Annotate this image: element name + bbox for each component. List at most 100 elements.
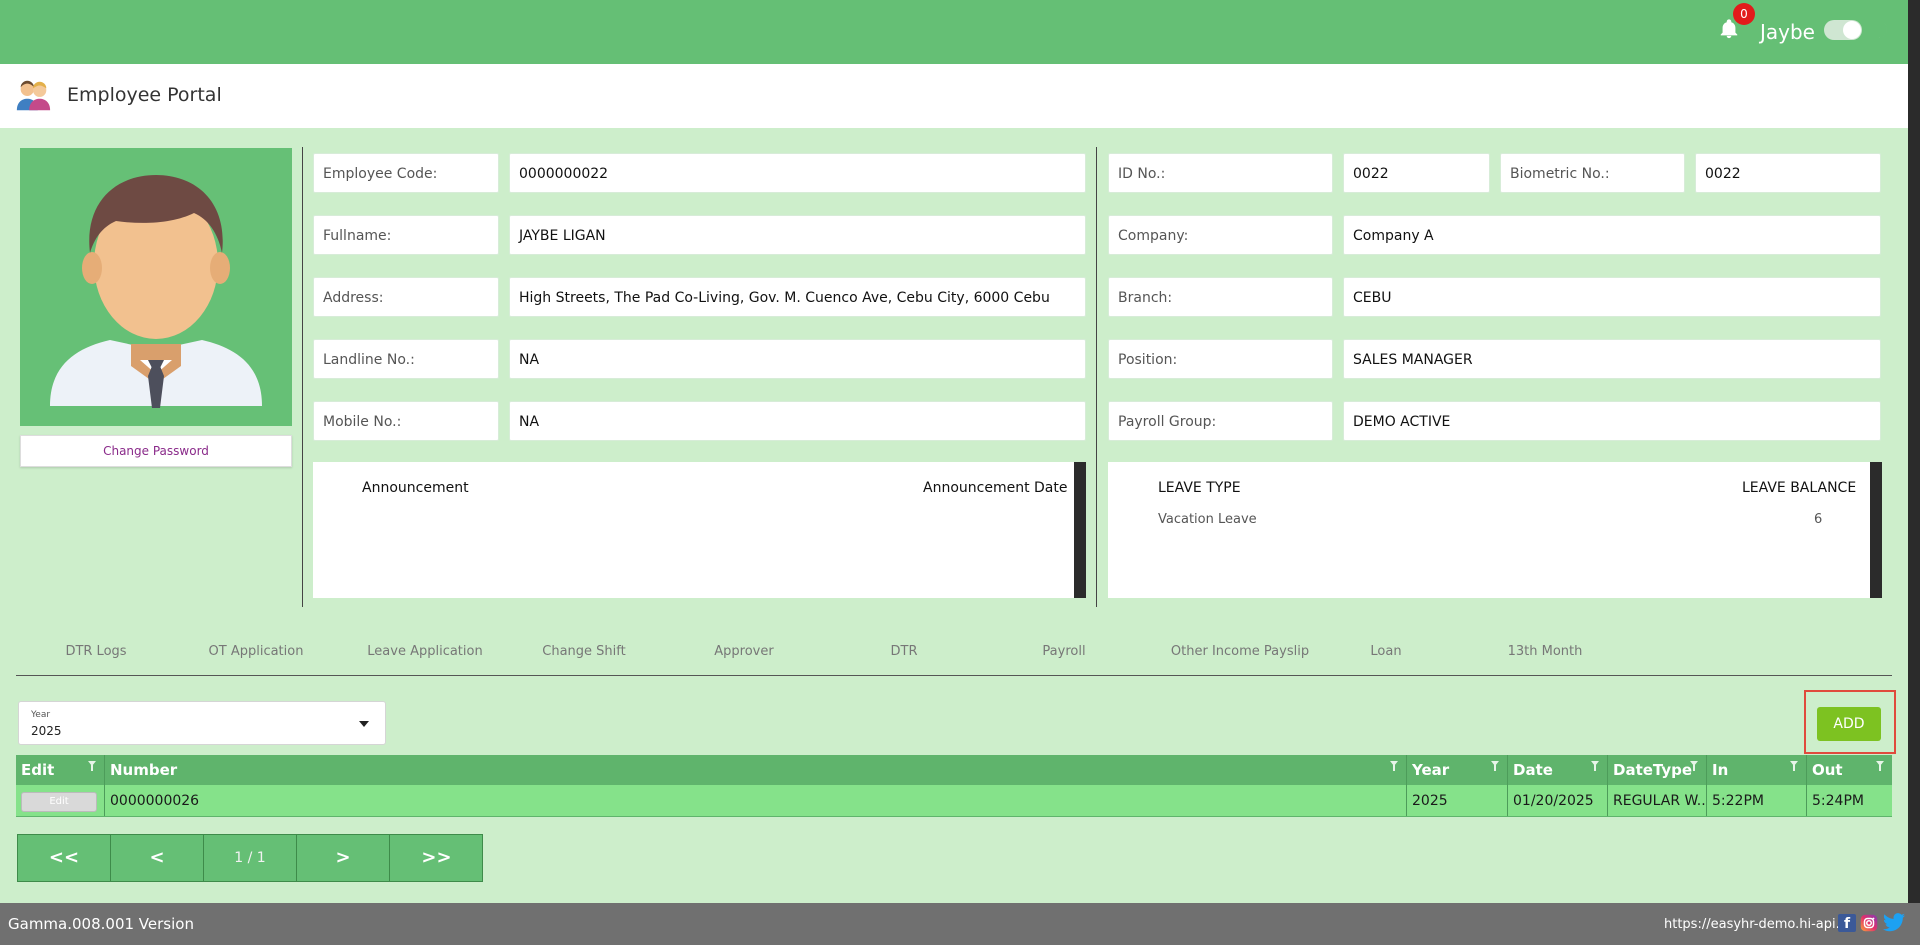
edit-row-button[interactable]: Edit (21, 792, 97, 812)
filter-icon[interactable] (88, 761, 96, 771)
prev-page-button[interactable]: < (111, 835, 204, 881)
col-header-datetype[interactable]: DateType (1608, 755, 1707, 785)
page-scrollbar[interactable] (1908, 0, 1920, 903)
announcement-panel: Announcement Announcement Date (313, 462, 1086, 598)
notification-badge: 0 (1733, 3, 1755, 25)
employees-logo-icon (16, 80, 51, 111)
user-name[interactable]: Jaybe (1760, 20, 1815, 44)
toggle-knob (1843, 21, 1861, 39)
year-select[interactable]: Year 2025 (18, 701, 386, 745)
biometric-field[interactable]: 0022 (1695, 153, 1881, 193)
col-header-out[interactable]: Out (1807, 755, 1892, 785)
address-field[interactable]: High Streets, The Pad Co-Living, Gov. M.… (509, 277, 1086, 317)
mobile-label: Mobile No.: (313, 401, 499, 441)
landline-field[interactable]: NA (509, 339, 1086, 379)
payroll-group-label: Payroll Group: (1108, 401, 1333, 441)
site-url-link[interactable]: https://easyhr-demo.hi-api.io (1664, 917, 1851, 932)
module-tabs: DTR Logs OT Application Leave Applicatio… (16, 634, 1892, 676)
mobile-field[interactable]: NA (509, 401, 1086, 441)
fullname-label: Fullname: (313, 215, 499, 255)
last-page-button[interactable]: >> (390, 835, 483, 881)
avatar-icon (50, 175, 262, 408)
company-field[interactable]: Company A (1343, 215, 1881, 255)
col-header-number[interactable]: Number (105, 755, 1407, 785)
branch-field[interactable]: CEBU (1343, 277, 1881, 317)
version-label: Gamma.008.001 Version (8, 915, 194, 933)
col-header-year[interactable]: Year (1407, 755, 1508, 785)
announcement-date-header: Announcement Date (923, 480, 1068, 496)
leave-balance-header: LEAVE BALANCE (1742, 480, 1857, 496)
tab-other-income-payslip[interactable]: Other Income Payslip (1150, 644, 1330, 659)
tab-approver[interactable]: Approver (674, 644, 814, 659)
id-no-label: ID No.: (1108, 153, 1333, 193)
col-header-date[interactable]: Date (1508, 755, 1608, 785)
instagram-icon[interactable] (1860, 914, 1878, 932)
col-header-label: Year (1412, 761, 1450, 779)
grid-header: Edit Number Year Date DateType In Out (16, 755, 1892, 785)
center-divider (1096, 147, 1097, 607)
cell-year: 2025 (1407, 785, 1508, 816)
tab-13th-month[interactable]: 13th Month (1475, 644, 1615, 659)
tab-dtr[interactable]: DTR (834, 644, 974, 659)
moon-icon (1878, 20, 1888, 38)
filter-icon[interactable] (1690, 761, 1698, 771)
leave-type-header: LEAVE TYPE (1158, 480, 1241, 496)
filter-icon[interactable] (1591, 761, 1599, 771)
twitter-icon[interactable] (1882, 913, 1906, 933)
table-row[interactable]: Edit 0000000026 2025 01/20/2025 REGULAR … (16, 785, 1892, 817)
leave-panel: LEAVE TYPE LEAVE BALANCE Vacation Leave … (1108, 462, 1882, 598)
change-password-button[interactable]: Change Password (20, 435, 292, 467)
cell-out: 5:24PM (1812, 793, 1864, 809)
theme-toggle[interactable] (1824, 20, 1862, 40)
page-info: 1 / 1 (204, 835, 297, 881)
left-divider (302, 147, 303, 607)
address-label: Address: (313, 277, 499, 317)
landline-label: Landline No.: (313, 339, 499, 379)
announcement-header: Announcement (362, 480, 469, 496)
title-bar: Employee Portal (0, 64, 1908, 128)
tab-loan[interactable]: Loan (1316, 644, 1456, 659)
position-field[interactable]: SALES MANAGER (1343, 339, 1881, 379)
id-no-field[interactable]: 0022 (1343, 153, 1490, 193)
add-button[interactable]: ADD (1817, 707, 1881, 741)
filter-icon[interactable] (1491, 761, 1499, 771)
leave-scrollbar[interactable] (1870, 462, 1882, 598)
top-bar: 0 Jaybe (0, 0, 1908, 64)
tab-dtr-logs[interactable]: DTR Logs (26, 644, 166, 659)
announcement-scrollbar[interactable] (1074, 462, 1086, 598)
next-page-button[interactable]: > (297, 835, 390, 881)
year-select-value: 2025 (31, 724, 62, 738)
fullname-field[interactable]: JAYBE LIGAN (509, 215, 1086, 255)
payroll-group-field[interactable]: DEMO ACTIVE (1343, 401, 1881, 441)
col-header-in[interactable]: In (1707, 755, 1807, 785)
col-header-label: DateType (1613, 761, 1693, 779)
filter-icon[interactable] (1876, 761, 1884, 771)
facebook-icon[interactable]: f (1838, 914, 1856, 932)
filter-icon[interactable] (1790, 761, 1798, 771)
tab-payroll[interactable]: Payroll (994, 644, 1134, 659)
col-header-label: Out (1812, 761, 1843, 779)
tab-leave-application[interactable]: Leave Application (345, 644, 505, 659)
app-title: Employee Portal (67, 84, 222, 106)
data-grid: Edit Number Year Date DateType In Out Ed… (16, 755, 1892, 817)
pagination: << < 1 / 1 > >> (17, 834, 483, 882)
col-header-label: Number (110, 761, 178, 779)
col-header-label: Edit (21, 761, 55, 779)
leave-type-cell: Vacation Leave (1158, 512, 1257, 527)
biometric-label: Biometric No.: (1500, 153, 1685, 193)
tab-change-shift[interactable]: Change Shift (514, 644, 654, 659)
first-page-button[interactable]: << (18, 835, 111, 881)
year-select-label: Year (31, 710, 51, 720)
branch-label: Branch: (1108, 277, 1333, 317)
col-header-label: Date (1513, 761, 1553, 779)
cell-number: 0000000026 (105, 785, 1407, 816)
filter-icon[interactable] (1390, 761, 1398, 771)
employee-code-field[interactable]: 0000000022 (509, 153, 1086, 193)
caret-down-icon (359, 721, 369, 727)
cell-date: 01/20/2025 (1508, 785, 1608, 816)
tab-ot-application[interactable]: OT Application (186, 644, 326, 659)
col-header-label: In (1712, 761, 1729, 779)
footer: Gamma.008.001 Version https://easyhr-dem… (0, 903, 1920, 945)
col-header-edit[interactable]: Edit (16, 755, 105, 785)
cell-edit: Edit (16, 785, 105, 816)
